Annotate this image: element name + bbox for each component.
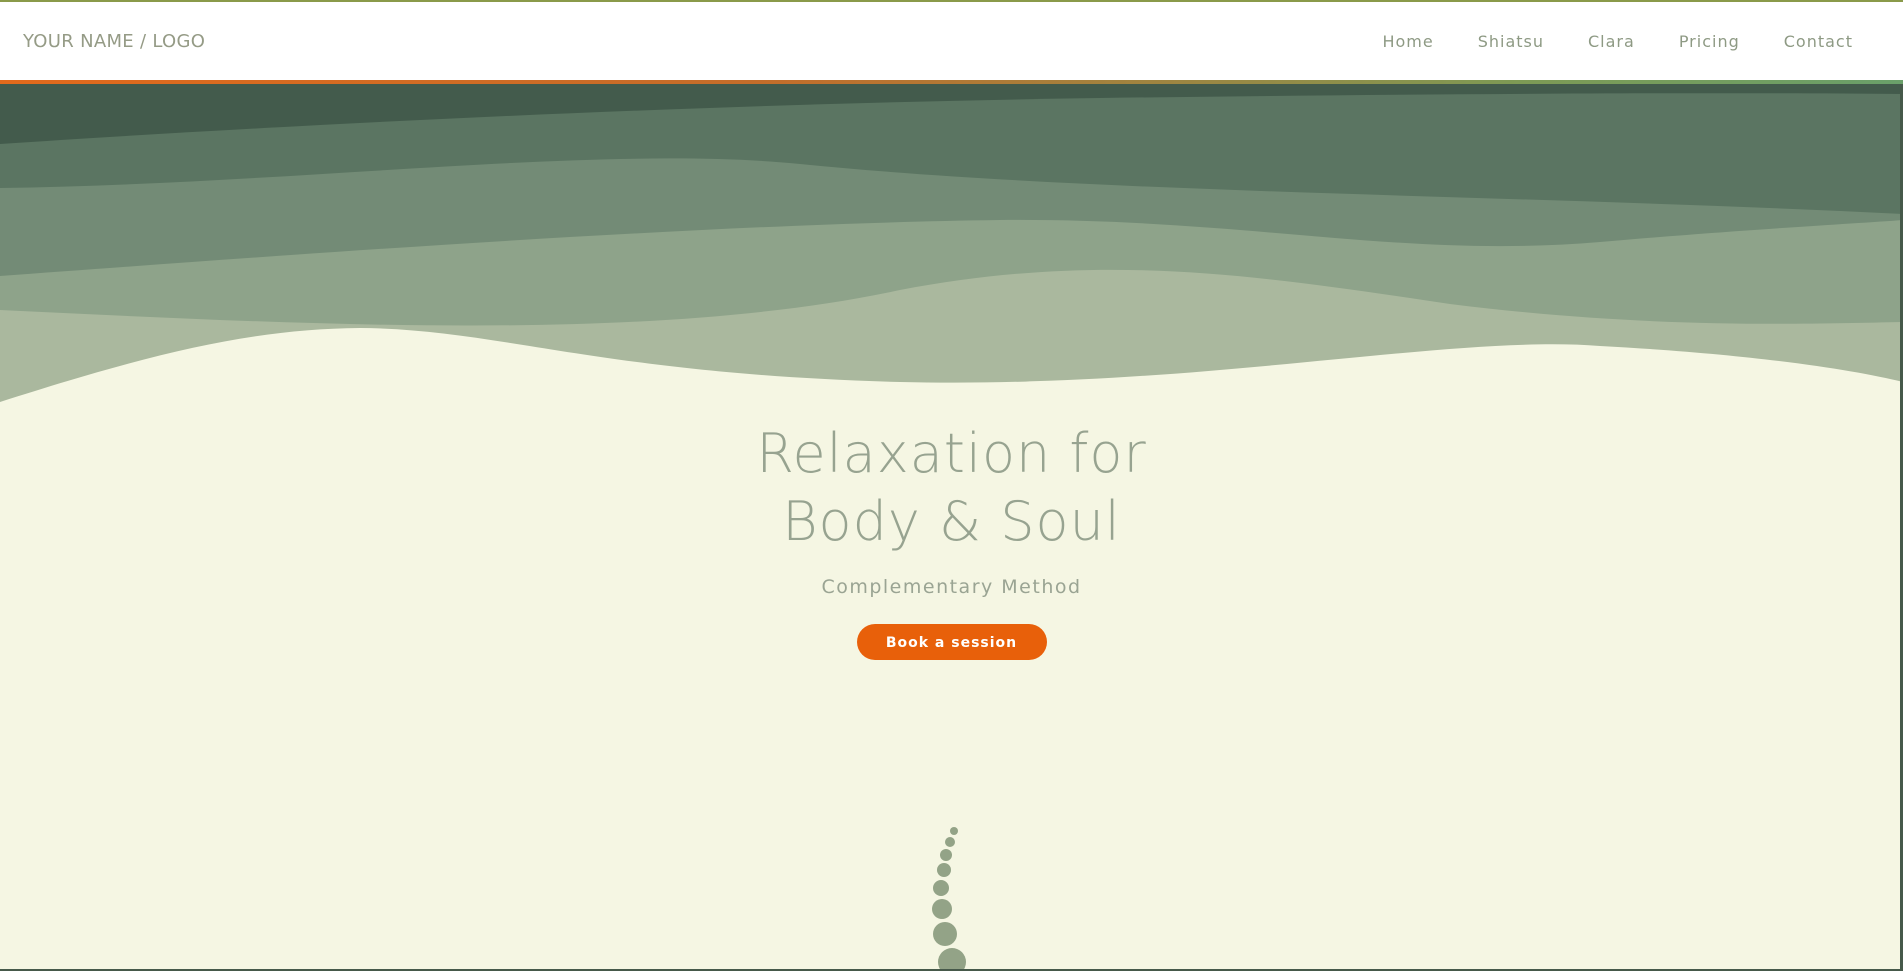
- stone-4: [937, 863, 951, 877]
- stone-7: [933, 922, 957, 946]
- nav-contact[interactable]: Contact: [1784, 32, 1853, 51]
- main-nav: Home Shiatsu Clara Pricing Contact: [1382, 32, 1853, 51]
- hero-subtitle: Complementary Method: [821, 576, 1082, 598]
- hero-title: Relaxation for Body & Soul: [0, 420, 1903, 556]
- stone-3: [940, 849, 952, 861]
- hero-title-line2: Body & Soul: [782, 490, 1121, 553]
- wave-banner: [0, 84, 1903, 414]
- stone-5: [933, 880, 949, 896]
- logo[interactable]: YOUR NAME / LOGO: [23, 31, 205, 52]
- hero-title-line1: Relaxation for: [756, 422, 1147, 485]
- book-session-button[interactable]: Book a session: [856, 624, 1047, 660]
- site-header: YOUR NAME / LOGO Home Shiatsu Clara Pric…: [0, 2, 1903, 80]
- stone-6: [932, 899, 952, 919]
- nav-shiatsu[interactable]: Shiatsu: [1478, 32, 1544, 51]
- page: YOUR NAME / LOGO Home Shiatsu Clara Pric…: [0, 0, 1903, 971]
- nav-clara[interactable]: Clara: [1588, 32, 1635, 51]
- nav-pricing[interactable]: Pricing: [1679, 32, 1740, 51]
- stone-8: [938, 948, 966, 971]
- hero: Relaxation for Body & Soul Complementary…: [0, 420, 1903, 660]
- stone-1: [950, 827, 958, 835]
- nav-home[interactable]: Home: [1382, 32, 1433, 51]
- stone-2: [945, 837, 955, 847]
